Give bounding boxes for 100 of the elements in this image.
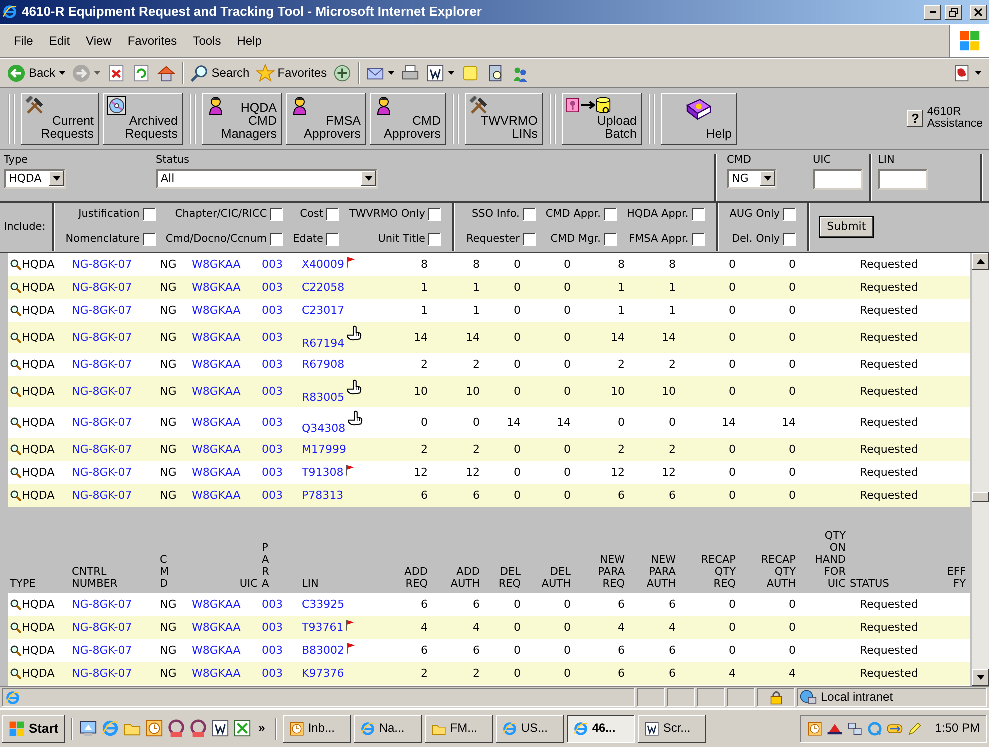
- uic-link[interactable]: W8GKAA: [192, 384, 241, 398]
- para-link[interactable]: 003: [262, 666, 283, 680]
- submit-button[interactable]: Submit: [820, 217, 874, 237]
- minimize-button[interactable]: [924, 4, 941, 20]
- checkbox[interactable]: [692, 233, 705, 246]
- taskbar-button[interactable]: US...: [496, 714, 564, 742]
- para-link[interactable]: 003: [262, 416, 283, 430]
- menu-item[interactable]: Favorites: [120, 34, 186, 48]
- menu-item[interactable]: Tools: [185, 34, 230, 48]
- lin-link[interactable]: M17999: [302, 442, 346, 456]
- magnifier-icon[interactable]: [10, 416, 22, 428]
- checkbox[interactable]: [326, 208, 340, 221]
- magnifier-icon[interactable]: [10, 386, 22, 398]
- magnifier-icon[interactable]: [10, 282, 22, 294]
- checkbox[interactable]: [270, 233, 284, 246]
- checkbox[interactable]: [142, 208, 156, 221]
- checkbox[interactable]: [783, 233, 796, 246]
- taskbar-button[interactable]: Na...: [354, 714, 422, 742]
- toolbar-button[interactable]: CMD Approvers: [370, 92, 446, 144]
- checkbox[interactable]: [783, 208, 796, 221]
- para-link[interactable]: 003: [262, 598, 283, 612]
- uic-link[interactable]: W8GKAA: [192, 620, 241, 634]
- control-number-link[interactable]: NG-8GK-07: [72, 466, 132, 480]
- para-link[interactable]: 003: [262, 358, 283, 372]
- uic-link[interactable]: W8GKAA: [192, 488, 241, 502]
- uic-link[interactable]: W8GKAA: [192, 304, 241, 318]
- control-number-link[interactable]: NG-8GK-07: [72, 666, 132, 680]
- menu-item[interactable]: File: [6, 34, 42, 48]
- desktop-icon[interactable]: [78, 719, 98, 738]
- taskbar-button[interactable]: 46...: [567, 714, 636, 742]
- control-number-link[interactable]: NG-8GK-07: [72, 488, 132, 502]
- uic-link[interactable]: W8GKAA: [192, 330, 241, 344]
- control-number-link[interactable]: NG-8GK-07: [72, 358, 132, 372]
- toolbar-button[interactable]: TWVRMO LINs: [465, 92, 543, 144]
- magnifier-icon[interactable]: [10, 668, 22, 680]
- toolbar-handle[interactable]: [549, 94, 556, 144]
- lin-link[interactable]: R67908: [302, 358, 345, 372]
- uic-link[interactable]: W8GKAA: [192, 666, 241, 680]
- magnifier-icon[interactable]: [10, 644, 22, 656]
- toolbar-button[interactable]: FMSA Approvers: [286, 92, 366, 144]
- lin-link[interactable]: B83002: [302, 644, 345, 658]
- clock-icon[interactable]: [144, 719, 164, 738]
- control-number-link[interactable]: NG-8GK-07: [72, 598, 132, 612]
- search-button[interactable]: Search: [186, 62, 253, 84]
- lin-link[interactable]: T93761: [302, 620, 344, 634]
- control-number-link[interactable]: NG-8GK-07: [72, 416, 132, 430]
- magnifier-icon[interactable]: [10, 358, 22, 370]
- uic-link[interactable]: W8GKAA: [192, 598, 241, 612]
- control-number-link[interactable]: NG-8GK-07: [72, 442, 132, 456]
- uic-link[interactable]: W8GKAA: [192, 644, 241, 658]
- checkbox[interactable]: [326, 233, 340, 246]
- lin-link[interactable]: R83005: [302, 390, 345, 404]
- magnifier-icon[interactable]: [10, 304, 22, 316]
- checkbox[interactable]: [692, 208, 705, 221]
- toolbar-handle[interactable]: [189, 94, 196, 144]
- lin-link[interactable]: R67194: [302, 336, 345, 350]
- toolbar-handle[interactable]: [452, 94, 459, 144]
- checkbox[interactable]: [270, 208, 284, 221]
- back-button[interactable]: Back: [4, 62, 69, 84]
- para-link[interactable]: 003: [262, 280, 283, 294]
- checkbox[interactable]: [522, 208, 536, 221]
- taskbar-button[interactable]: Inb...: [283, 714, 352, 742]
- ring-icon[interactable]: [188, 719, 208, 738]
- lin-link[interactable]: T91308: [302, 466, 344, 480]
- lin-link[interactable]: C23017: [302, 304, 345, 318]
- taskbar-button[interactable]: FM...: [425, 714, 494, 742]
- control-number-link[interactable]: NG-8GK-07: [72, 258, 132, 272]
- assistance-link[interactable]: 4610R Assistance: [927, 107, 983, 130]
- para-link[interactable]: 003: [262, 304, 283, 318]
- favorites-button[interactable]: Favorites: [252, 62, 330, 84]
- toolbar-button[interactable]: Upload Batch: [562, 92, 642, 144]
- magnifier-icon[interactable]: [10, 332, 22, 344]
- magnifier-icon[interactable]: [10, 490, 22, 502]
- menu-item[interactable]: Edit: [41, 34, 78, 48]
- checkbox[interactable]: [604, 233, 617, 246]
- para-link[interactable]: 003: [262, 258, 283, 272]
- pencil-icon[interactable]: [907, 720, 924, 736]
- checkbox[interactable]: [522, 233, 536, 246]
- checkbox[interactable]: [604, 208, 617, 221]
- para-link[interactable]: 003: [262, 644, 283, 658]
- toolbar-button[interactable]: Archived Requests: [103, 92, 183, 144]
- control-number-link[interactable]: NG-8GK-07: [72, 620, 132, 634]
- scrollbar[interactable]: [972, 253, 989, 686]
- toolbar-button[interactable]: Help: [661, 92, 737, 144]
- lin-link[interactable]: Q34308: [302, 422, 346, 435]
- toolbar-handle[interactable]: [8, 94, 15, 144]
- magnifier-icon[interactable]: [10, 598, 22, 610]
- uic-link[interactable]: W8GKAA: [192, 466, 241, 480]
- scroll-down-icon[interactable]: [976, 675, 984, 680]
- checkbox[interactable]: [428, 208, 442, 221]
- dropdown-field[interactable]: All: [156, 168, 378, 189]
- magnifier-icon[interactable]: [10, 466, 22, 478]
- menu-item[interactable]: Help: [229, 34, 270, 48]
- lin-link[interactable]: C22058: [302, 280, 345, 294]
- para-link[interactable]: 003: [262, 384, 283, 398]
- control-number-link[interactable]: NG-8GK-07: [72, 644, 132, 658]
- scroll-thumb[interactable]: [972, 492, 989, 502]
- uic-link[interactable]: W8GKAA: [192, 258, 241, 272]
- para-link[interactable]: 003: [262, 442, 283, 456]
- control-number-link[interactable]: NG-8GK-07: [72, 304, 132, 318]
